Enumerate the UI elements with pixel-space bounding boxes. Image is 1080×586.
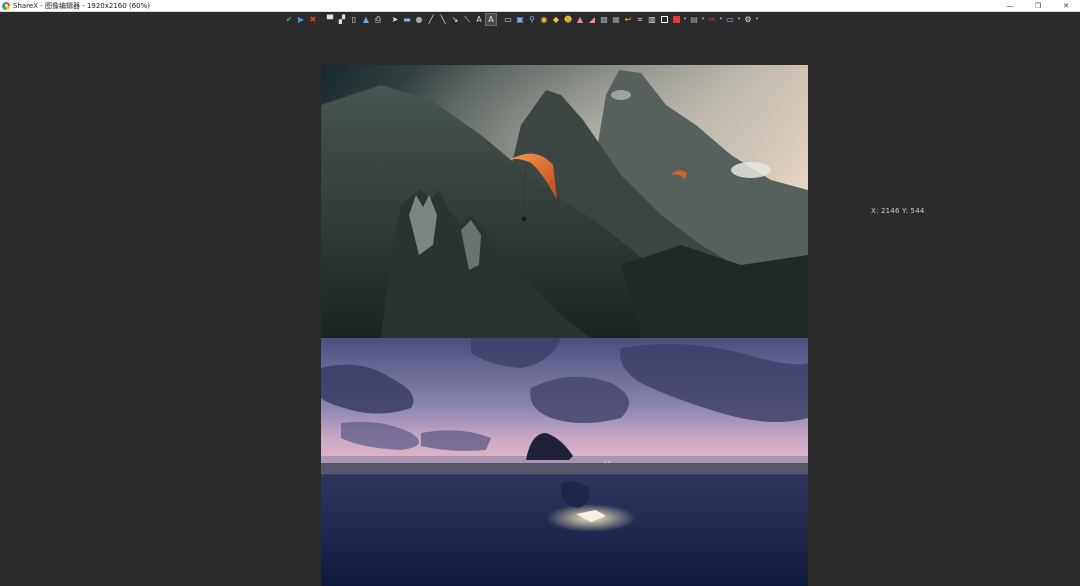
settings-tool-button[interactable]: ⚙ bbox=[743, 14, 753, 25]
check-tool-button[interactable]: ✔ bbox=[284, 14, 294, 25]
close-button[interactable]: ✕ bbox=[1052, 0, 1080, 12]
smart-eraser-icon: ▲ bbox=[576, 15, 584, 24]
close-red-tool-button[interactable]: ✖ bbox=[308, 14, 318, 25]
magnify-tool-button[interactable]: ⚲ bbox=[527, 14, 537, 25]
magnify-icon: ⚲ bbox=[529, 15, 535, 24]
settings-icon: ⚙ bbox=[744, 15, 752, 24]
upload-icon: ▲ bbox=[362, 15, 370, 24]
sticker-tool-button[interactable]: ◉ bbox=[539, 14, 549, 25]
arrow-tool-button[interactable]: ↘ bbox=[450, 14, 460, 25]
sticker-icon: ◉ bbox=[540, 15, 548, 24]
image-canvas[interactable] bbox=[321, 65, 808, 586]
line-tool-button[interactable]: ╲ bbox=[438, 14, 448, 25]
upload-tool-button[interactable]: ▲ bbox=[361, 14, 371, 25]
title-bar: ShareX - 图像编辑器 - 1920x2160 (60%) — ❐ ✕ bbox=[0, 0, 1080, 12]
pen-icon: ╱ bbox=[428, 15, 434, 24]
crop-tool-button[interactable]: ⌗ bbox=[635, 14, 645, 25]
emoji-tool-button[interactable]: ☻ bbox=[563, 14, 573, 25]
save-tool-button[interactable]: ▀ bbox=[325, 14, 335, 25]
edit-icon: ▭ bbox=[726, 15, 734, 24]
border-color-icon bbox=[660, 16, 668, 23]
editor-toolbar: ✔ ▶ ✖ ▀ ▞ ▯ ▲ ⎙ ➤ ▬ ● ╱ ╲ ↘ ⟍ A A ▭ ▣ ⚲ ◉ ◆ ☻ ▲ ◢ ▩ ▦ ↩ ⌗ ▥ ▾ ▤ ▾ ✂ ▾ ▭ ▾ ⚙ ▾ bbox=[284, 13, 759, 26]
curve-tool-button[interactable]: ⟍ bbox=[462, 14, 472, 25]
step-icon: ▣ bbox=[516, 15, 524, 24]
speech-balloon-icon: ▭ bbox=[504, 15, 512, 24]
chevron-down-icon[interactable]: ▾ bbox=[719, 14, 723, 25]
cursor-icon: ➤ bbox=[391, 15, 399, 24]
rectangle-tool-button[interactable]: ▬ bbox=[402, 14, 412, 25]
sea-night-image bbox=[321, 338, 808, 586]
pixelate-tool-button[interactable]: ▦ bbox=[611, 14, 621, 25]
rectangle-icon: ▬ bbox=[403, 15, 411, 24]
cut-tool-button[interactable]: ▥ bbox=[647, 14, 657, 25]
image-icon: ▤ bbox=[690, 15, 698, 24]
text-outline-tool-button[interactable]: A bbox=[474, 14, 484, 25]
eraser-tool-button[interactable]: ◢ bbox=[587, 14, 597, 25]
copy-tool-button[interactable]: ▯ bbox=[349, 14, 359, 25]
maximize-button[interactable]: ❐ bbox=[1024, 0, 1052, 12]
cursor-coordinates: X: 2146 Y: 544 bbox=[871, 207, 925, 215]
copy-icon: ▯ bbox=[351, 15, 357, 24]
blur-icon: ▩ bbox=[600, 15, 608, 24]
text-background-icon: A bbox=[488, 15, 494, 24]
text-background-tool-button[interactable]: A bbox=[485, 13, 497, 26]
window-controls: — ❐ ✕ bbox=[996, 0, 1080, 12]
cursor-tool-button[interactable]: ➤ bbox=[390, 14, 400, 25]
mountain-paraglider-image bbox=[321, 65, 808, 338]
save-icon: ▀ bbox=[326, 15, 334, 24]
blur-tool-button[interactable]: ▩ bbox=[599, 14, 609, 25]
pixelate-icon: ▦ bbox=[612, 15, 620, 24]
crop-icon: ⌗ bbox=[637, 15, 643, 24]
image-tool-button[interactable]: ▤ bbox=[689, 14, 699, 25]
pen-tool-button[interactable]: ╱ bbox=[426, 14, 436, 25]
chevron-down-icon[interactable]: ▾ bbox=[755, 14, 759, 25]
arrow-icon: ↘ bbox=[451, 15, 459, 24]
print-icon: ⎙ bbox=[374, 15, 382, 24]
minimize-button[interactable]: — bbox=[996, 0, 1024, 12]
edit-tool-button[interactable]: ▭ bbox=[725, 14, 735, 25]
speech-balloon-tool-button[interactable]: ▭ bbox=[503, 14, 513, 25]
run-tool-button[interactable]: ▶ bbox=[296, 14, 306, 25]
cut-icon: ▥ bbox=[648, 15, 656, 24]
cursor-sticker-tool-button[interactable]: ◆ bbox=[551, 14, 561, 25]
chevron-down-icon[interactable]: ▾ bbox=[701, 14, 705, 25]
text-outline-icon: A bbox=[476, 15, 482, 24]
close-red-icon: ✖ bbox=[309, 15, 317, 24]
eraser-icon: ◢ bbox=[588, 15, 596, 24]
effects-icon: ✂ bbox=[708, 15, 716, 24]
emoji-icon: ☻ bbox=[563, 15, 573, 24]
fill-color-tool-button[interactable] bbox=[671, 14, 681, 25]
smart-eraser-tool-button[interactable]: ▲ bbox=[575, 14, 585, 25]
step-tool-button[interactable]: ▣ bbox=[515, 14, 525, 25]
chevron-down-icon[interactable]: ▾ bbox=[683, 14, 687, 25]
highlight-icon: ↩ bbox=[624, 15, 632, 24]
effects-tool-button[interactable]: ✂ bbox=[707, 14, 717, 25]
print-tool-button[interactable]: ⎙ bbox=[373, 14, 383, 25]
curve-icon: ⟍ bbox=[464, 15, 470, 24]
save-as-icon: ▞ bbox=[338, 15, 346, 24]
window-title: ShareX - 图像编辑器 - 1920x2160 (60%) bbox=[13, 1, 150, 10]
save-as-tool-button[interactable]: ▞ bbox=[337, 14, 347, 25]
highlight-tool-button[interactable]: ↩ bbox=[623, 14, 633, 25]
line-icon: ╲ bbox=[440, 15, 446, 24]
run-icon: ▶ bbox=[297, 15, 305, 24]
check-icon: ✔ bbox=[285, 15, 293, 24]
sharex-logo-icon bbox=[2, 1, 10, 10]
cursor-sticker-icon: ◆ bbox=[552, 15, 560, 24]
border-color-tool-button[interactable] bbox=[659, 14, 669, 25]
ellipse-icon: ● bbox=[415, 15, 423, 24]
ellipse-tool-button[interactable]: ● bbox=[414, 14, 424, 25]
fill-color-icon bbox=[672, 16, 680, 23]
chevron-down-icon[interactable]: ▾ bbox=[737, 14, 741, 25]
